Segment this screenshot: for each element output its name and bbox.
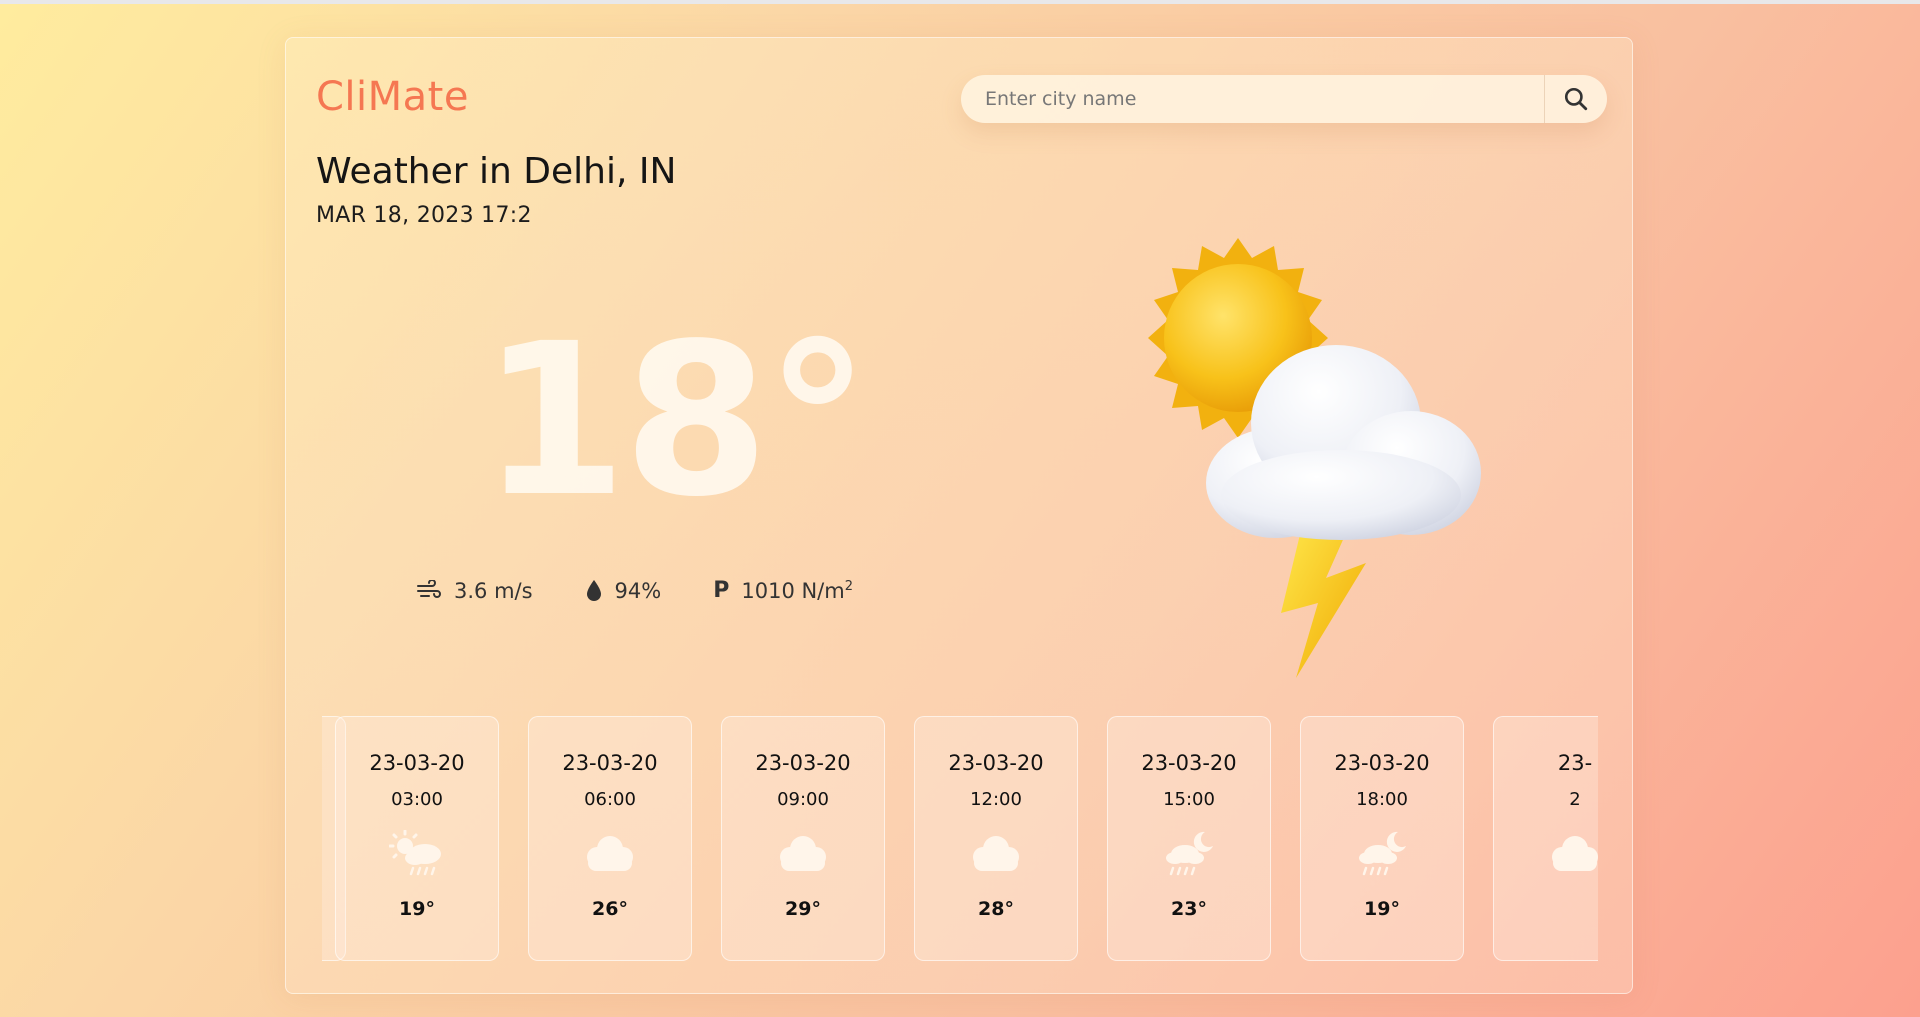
wind-icon bbox=[417, 579, 441, 598]
cloud-icon bbox=[973, 836, 1019, 871]
forecast-date: 23-03-20 bbox=[1141, 751, 1237, 775]
droplet-icon bbox=[586, 579, 601, 601]
cloud-icon bbox=[780, 836, 826, 871]
search-icon bbox=[1564, 87, 1588, 111]
forecast-temp: 19° bbox=[399, 898, 435, 920]
sun-cloud-thunder-icon bbox=[1148, 238, 1481, 678]
forecast-date: 23-03-20 bbox=[369, 751, 465, 775]
forecast-time: 03:00 bbox=[391, 789, 443, 810]
humidity-value: 94% bbox=[614, 578, 662, 603]
forecast-time: 15:00 bbox=[1163, 789, 1215, 810]
forecast-time: 12:00 bbox=[970, 789, 1022, 810]
forecast-time: 2 bbox=[1569, 789, 1581, 810]
forecast-strip[interactable]: 23-03-20 03:00 19° 23-03-20 06:00 26° 23… bbox=[322, 688, 1598, 968]
forecast-temp: 26° bbox=[592, 898, 628, 920]
cloud-icon bbox=[587, 836, 633, 871]
forecast-card: 23-03-20 18:00 19° bbox=[1300, 716, 1464, 961]
forecast-date: 23- bbox=[1557, 751, 1593, 775]
forecast-card: 23-03-20 15:00 23° bbox=[1107, 716, 1271, 961]
window-top-border bbox=[0, 0, 1920, 4]
forecast-card: 23-03-20 06:00 26° bbox=[528, 716, 692, 961]
forecast-card: 23-03-20 09:00 29° bbox=[721, 716, 885, 961]
forecast-card: 23-03-20 03:00 19° bbox=[335, 716, 499, 961]
moon-rain-icon bbox=[1359, 831, 1406, 876]
forecast-time: 18:00 bbox=[1356, 789, 1408, 810]
forecast-temp: 28° bbox=[978, 898, 1014, 920]
wind-value: 3.6 m/s bbox=[454, 578, 533, 603]
moon-rain-icon bbox=[1166, 831, 1213, 876]
humidity-stat: 94% bbox=[585, 578, 662, 603]
pressure-value: 1010 N/m2 bbox=[741, 578, 853, 603]
weather-card: CliMate Weather in Delhi, IN MAR 18, 202… bbox=[285, 37, 1633, 994]
city-search-input[interactable] bbox=[961, 75, 1544, 123]
forecast-temp: 29° bbox=[785, 898, 821, 920]
page-title: Weather in Delhi, IN bbox=[316, 151, 677, 192]
forecast-time: 09:00 bbox=[777, 789, 829, 810]
forecast-temp: 19° bbox=[1364, 898, 1400, 920]
wind-stat: 3.6 m/s bbox=[416, 579, 533, 603]
forecast-temp: 23° bbox=[1171, 898, 1207, 920]
app-logo[interactable]: CliMate bbox=[316, 74, 469, 120]
forecast-time: 06:00 bbox=[584, 789, 636, 810]
current-temperature: 18° bbox=[481, 298, 870, 543]
forecast-date: 23-03-20 bbox=[562, 751, 658, 775]
search-button[interactable] bbox=[1544, 75, 1607, 123]
forecast-card: 23-03-20 12:00 28° bbox=[914, 716, 1078, 961]
weather-stats: 3.6 m/s 94% P 1010 N/m2 bbox=[416, 578, 905, 603]
pressure-icon: P bbox=[713, 578, 730, 603]
sun-rain-icon bbox=[389, 830, 441, 876]
cloud-icon bbox=[1552, 836, 1598, 871]
forecast-date: 23-03-20 bbox=[755, 751, 851, 775]
search-bar bbox=[961, 75, 1607, 123]
forecast-date: 23-03-20 bbox=[1334, 751, 1430, 775]
forecast-card: 23- 2 bbox=[1493, 716, 1598, 961]
pressure-stat: P 1010 N/m2 bbox=[713, 578, 853, 603]
current-datetime: MAR 18, 2023 17:2 bbox=[316, 203, 532, 228]
forecast-date: 23-03-20 bbox=[948, 751, 1044, 775]
